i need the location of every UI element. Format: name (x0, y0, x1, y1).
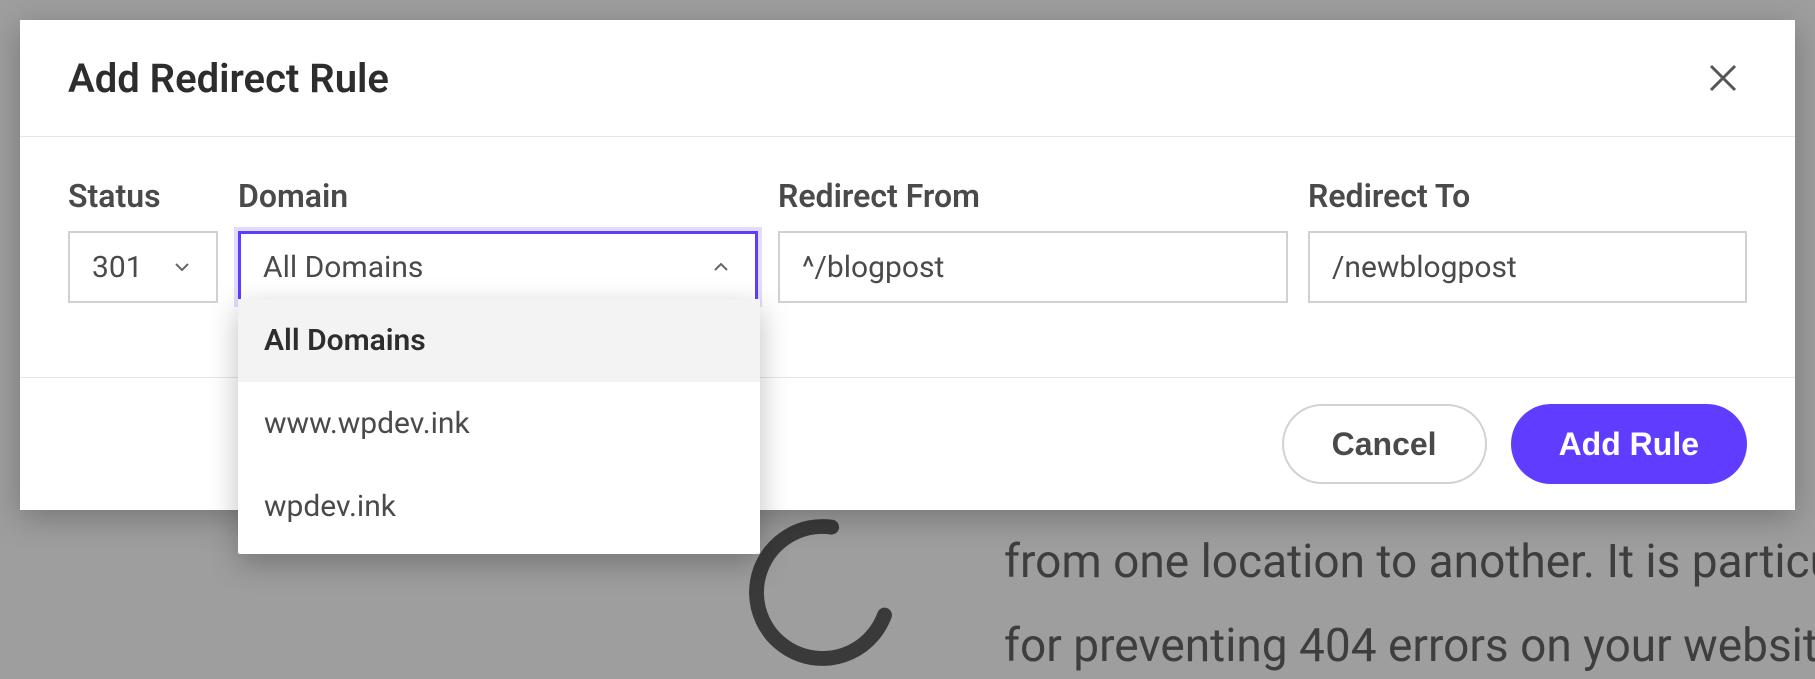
modal-header: Add Redirect Rule (20, 20, 1795, 137)
add-redirect-modal: Add Redirect Rule Status 301 Domain All … (20, 20, 1795, 510)
background-paragraph: from one location to another. It is part… (1004, 530, 1815, 679)
redirect-from-input[interactable] (802, 250, 1264, 285)
redirect-to-input-wrap (1308, 231, 1747, 303)
close-icon (1705, 60, 1741, 96)
redirect-to-label: Redirect To (1308, 177, 1747, 215)
status-field: Status 301 (68, 177, 218, 303)
redirect-from-label: Redirect From (778, 177, 1288, 215)
chevron-up-icon (709, 255, 733, 279)
cancel-button[interactable]: Cancel (1282, 404, 1487, 484)
redirect-from-field: Redirect From (778, 177, 1288, 303)
modal-body: Status 301 Domain All Domains All Domain… (20, 137, 1795, 303)
add-rule-button[interactable]: Add Rule (1511, 404, 1747, 484)
domain-option[interactable]: wpdev.ink (238, 465, 760, 548)
background-line: for preventing 404 errors on your websit (1004, 614, 1815, 678)
domain-select[interactable]: All Domains (238, 231, 758, 303)
chevron-down-icon (170, 255, 194, 279)
redirect-from-input-wrap (778, 231, 1288, 303)
domain-dropdown: All Domains www.wpdev.ink wpdev.ink (238, 299, 760, 554)
status-value: 301 (92, 250, 143, 285)
domain-label: Domain (238, 177, 758, 215)
domain-field: Domain All Domains All Domains www.wpdev… (238, 177, 758, 303)
background-line: from one location to another. It is part… (1004, 530, 1815, 594)
domain-option[interactable]: www.wpdev.ink (238, 382, 760, 465)
loading-spinner-icon (740, 510, 905, 675)
status-label: Status (68, 177, 218, 215)
modal-title: Add Redirect Rule (68, 55, 389, 102)
redirect-to-field: Redirect To (1308, 177, 1747, 303)
domain-option[interactable]: All Domains (238, 299, 760, 382)
status-select[interactable]: 301 (68, 231, 218, 303)
domain-value: All Domains (263, 250, 423, 285)
redirect-to-input[interactable] (1332, 250, 1723, 285)
close-button[interactable] (1699, 54, 1747, 102)
